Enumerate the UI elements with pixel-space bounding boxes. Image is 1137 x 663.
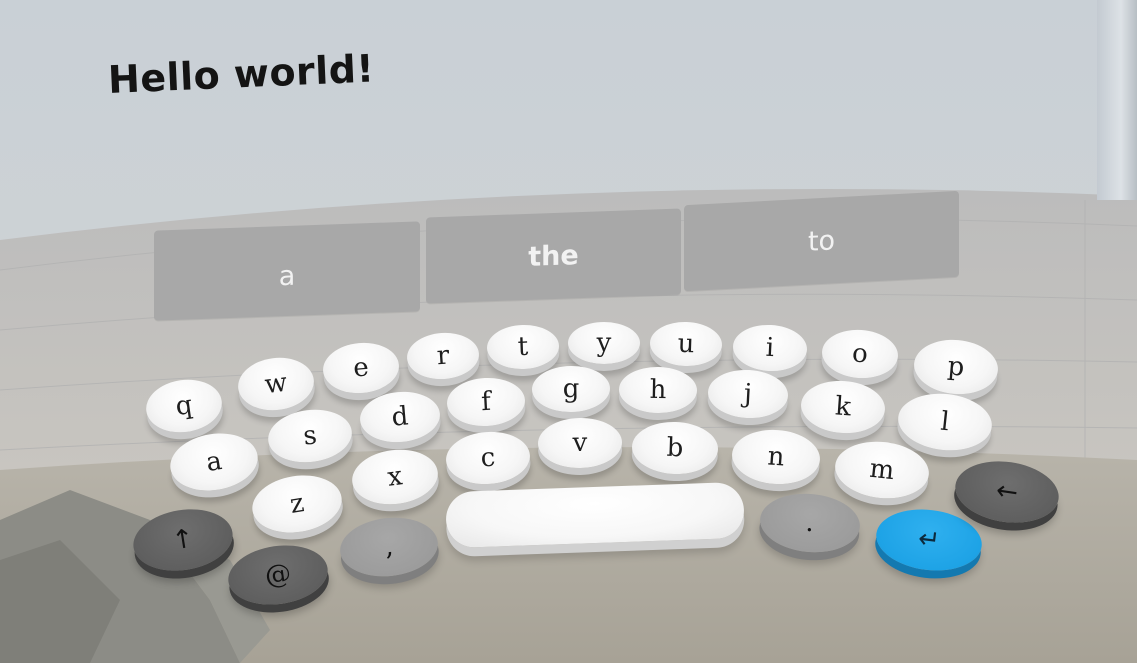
suggestion-1-button[interactable]: a <box>154 221 420 321</box>
suggestion-2-label: the <box>528 239 579 273</box>
suggestion-3-button[interactable]: to <box>684 190 959 292</box>
pillar-decoration <box>1097 0 1137 200</box>
enter-return-icon: ↵ <box>916 523 942 557</box>
key-y[interactable]: y <box>568 322 640 364</box>
shift-arrow-icon: ↑ <box>169 523 197 557</box>
suggestion-3-label: to <box>807 224 836 258</box>
spacebar-key[interactable] <box>445 481 745 549</box>
suggestion-2-button[interactable]: the <box>426 208 681 304</box>
suggestion-1-label: a <box>278 260 296 292</box>
backspace-arrow-icon: ← <box>994 475 1020 509</box>
